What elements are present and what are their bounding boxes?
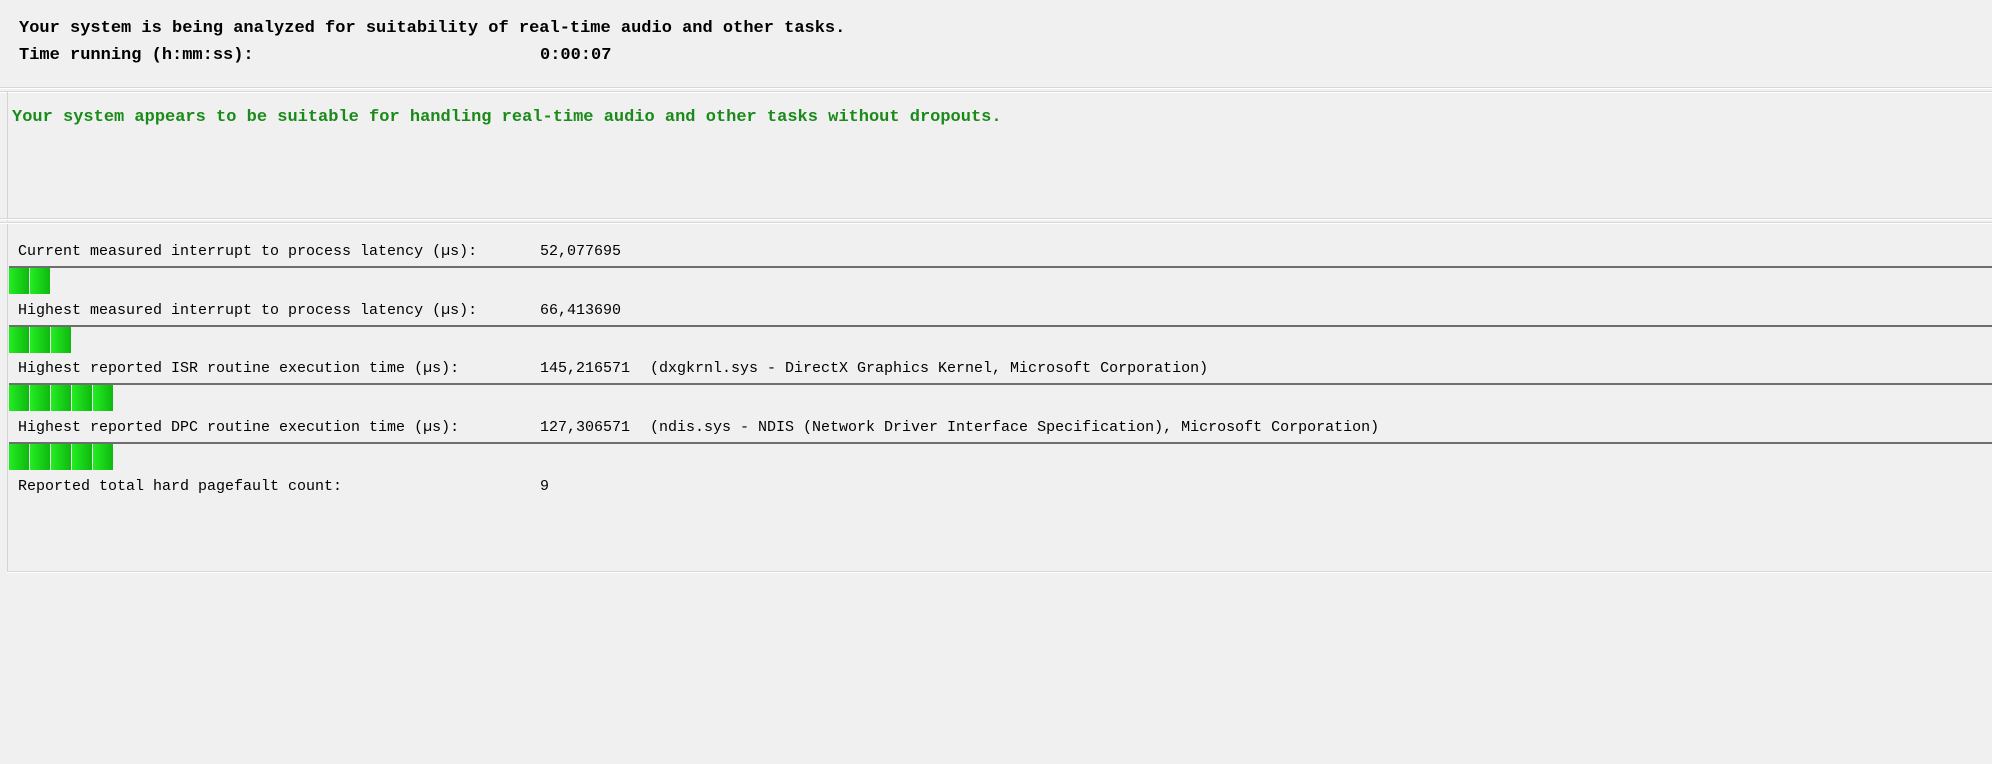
verdict-separator	[0, 218, 1992, 220]
meter-segment	[9, 268, 29, 294]
time-running-value: 0:00:07	[540, 46, 612, 65]
meter-segment	[30, 268, 50, 294]
header-separator	[0, 87, 1992, 89]
verdict-frame-left	[7, 91, 8, 221]
highest-latency-label: Highest measured interrupt to process la…	[18, 302, 478, 319]
isr-driver-info: (dxgkrnl.sys - DirectX Graphics Kernel, …	[650, 360, 1209, 377]
highest-latency-meter-line	[9, 325, 1992, 327]
meter-segment	[93, 385, 113, 411]
dpc-time-meter-line	[9, 442, 1992, 444]
meter-segment	[9, 385, 29, 411]
current-latency-meter	[9, 268, 50, 294]
suitability-verdict: Your system appears to be suitable for h…	[12, 108, 1002, 127]
meter-segment	[72, 444, 92, 470]
dpc-time-label: Highest reported DPC routine execution t…	[18, 419, 460, 436]
current-latency-label: Current measured interrupt to process la…	[18, 243, 478, 260]
isr-time-label: Highest reported ISR routine execution t…	[18, 360, 460, 377]
header-separator-2	[0, 91, 1992, 93]
current-latency-meter-line	[9, 266, 1992, 268]
highest-latency-value: 66,413690	[540, 302, 622, 319]
current-latency-value: 52,077695	[540, 243, 622, 260]
analysis-status-text: Your system is being analyzed for suitab…	[19, 19, 846, 38]
verdict-separator-2	[0, 222, 1992, 224]
results-bottom-separator	[7, 571, 1992, 573]
dpc-time-meter	[9, 444, 113, 470]
meter-segment	[30, 327, 50, 353]
pagefault-count-label: Reported total hard pagefault count:	[18, 478, 343, 495]
meter-segment	[51, 385, 71, 411]
dpc-driver-info: (ndis.sys - NDIS (Network Driver Interfa…	[650, 419, 1380, 436]
pagefault-count-value: 9	[540, 478, 550, 495]
results-frame-left	[7, 222, 8, 572]
dpc-time-value: 127,306571	[540, 419, 631, 436]
meter-segment	[93, 444, 113, 470]
isr-time-meter-line	[9, 383, 1992, 385]
meter-segment	[9, 327, 29, 353]
meter-segment	[9, 444, 29, 470]
meter-segment	[51, 327, 71, 353]
isr-time-value: 145,216571	[540, 360, 631, 377]
meter-segment	[51, 444, 71, 470]
meter-segment	[30, 444, 50, 470]
isr-time-meter	[9, 385, 113, 411]
meter-segment	[30, 385, 50, 411]
highest-latency-meter	[9, 327, 71, 353]
meter-segment	[72, 385, 92, 411]
time-running-label: Time running (h:mm:ss):	[19, 46, 254, 65]
